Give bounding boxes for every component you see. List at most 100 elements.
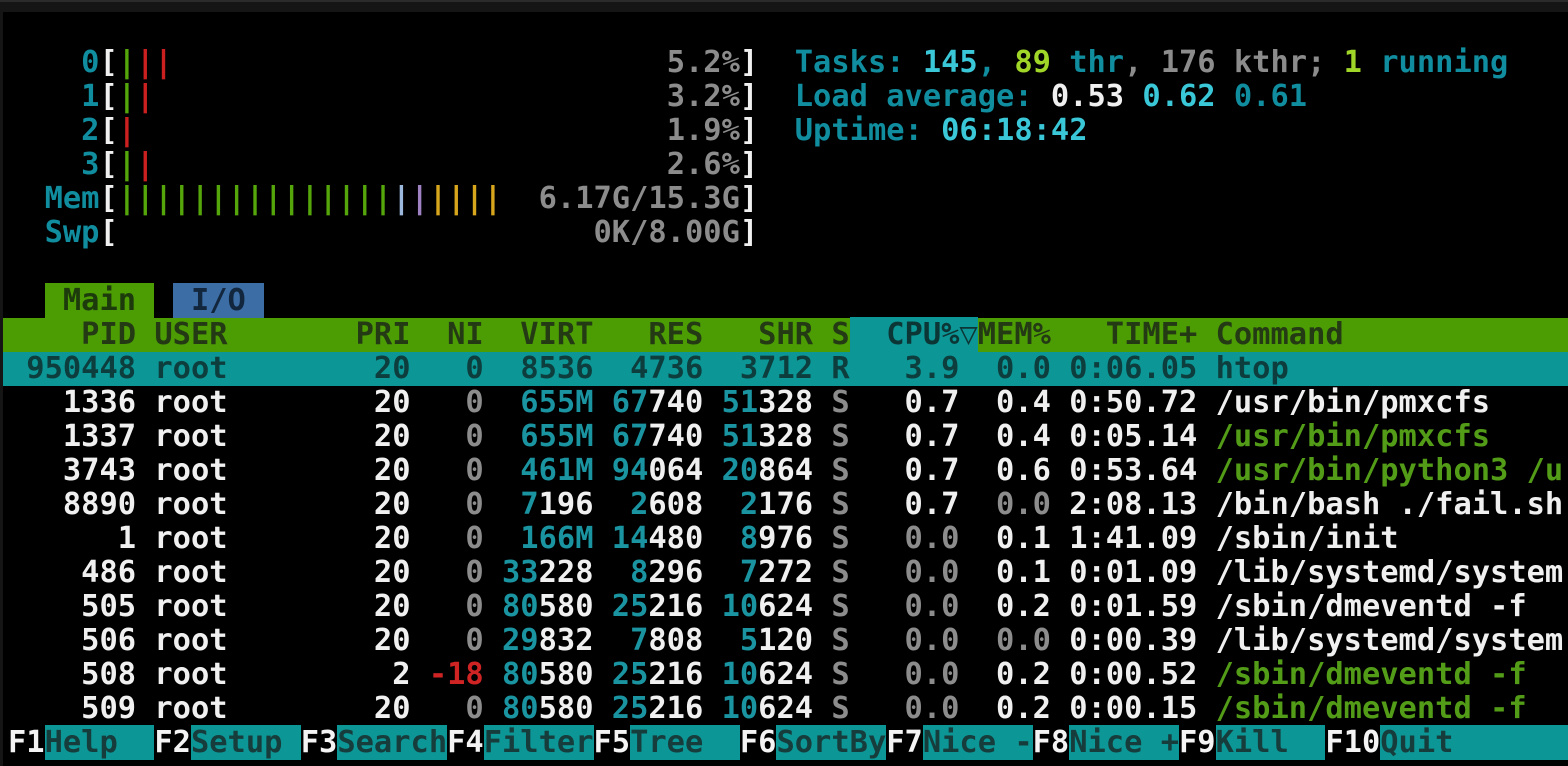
cell-pri: 20 xyxy=(356,623,411,658)
load-average-text: Load average: 0.53 0.62 0.61 xyxy=(795,79,1307,114)
cell-pri: 20 xyxy=(356,385,411,420)
cell-user: root xyxy=(154,623,355,658)
process-row[interactable]: 950448 root 20 0 8536 4736 3712 R 3.9 0.… xyxy=(3,352,1568,386)
cell-time: 0:05.14 xyxy=(1051,419,1197,454)
meter-close-bracket: ] xyxy=(740,45,758,80)
col-pid[interactable]: PID xyxy=(8,317,136,352)
fkey-f10[interactable]: F10 xyxy=(1325,725,1380,760)
cell-user: root xyxy=(154,657,355,692)
cell-pri: 20 xyxy=(356,691,411,726)
process-row[interactable]: 508 root 2 -18 80580 25216 10624 S 0.0 0… xyxy=(8,658,1568,692)
cell-user: root xyxy=(154,351,355,386)
mem-meter-label: Mem xyxy=(8,181,99,216)
cell-mem: 0.2 xyxy=(959,657,1050,692)
cell-pri: 20 xyxy=(356,487,411,522)
tab-main[interactable]: Main xyxy=(45,283,155,318)
cpu1-meter-bar-red: | xyxy=(136,79,154,114)
cell-pid: 1336 xyxy=(8,385,136,420)
cpu0-meter-label: 0 xyxy=(8,45,99,80)
col-res[interactable]: RES xyxy=(612,317,703,352)
terminal-window: 0[||| 5.2%] Tasks: 145, 89 thr, 176 kthr… xyxy=(0,0,1568,766)
tab-io[interactable]: I/O xyxy=(173,283,264,318)
fkey-f1[interactable]: F1 xyxy=(8,725,45,760)
cell-time: 0:50.72 xyxy=(1051,385,1197,420)
cell-shr: 20 xyxy=(722,453,759,488)
cell-virt: 80 xyxy=(502,691,539,726)
meter-open-bracket: [ xyxy=(99,79,117,114)
process-row[interactable]: 1336 root 20 0 655M 67740 51328 S 0.7 0.… xyxy=(8,386,1568,420)
cell-mem: 0.4 xyxy=(959,385,1050,420)
cell-mem: 0.4 xyxy=(959,419,1050,454)
col-time[interactable]: TIME+ xyxy=(1051,317,1197,352)
fkey-f8-label[interactable]: Nice + xyxy=(1069,725,1179,760)
cell-cpu: 0.0 xyxy=(850,691,960,726)
cpu0-meter-value: 5.2% xyxy=(667,45,740,80)
cell-cpu: 3.9 xyxy=(850,351,960,386)
cell-shr: 3 xyxy=(740,351,758,386)
fkey-f3[interactable]: F3 xyxy=(301,725,338,760)
col-cpu-sorted[interactable]: CPU%▽ xyxy=(850,317,978,352)
mem-meter-bar-purple: | xyxy=(411,181,429,216)
tasks-text: Tasks: 145, 89 thr, 176 kthr; 1 running xyxy=(795,45,1509,80)
meter-open-bracket: [ xyxy=(99,45,117,80)
col-shr[interactable]: SHR xyxy=(722,317,813,352)
process-row[interactable]: 8890 root 20 0 7196 2608 2176 S 0.7 0.0 … xyxy=(8,488,1568,522)
col-pri[interactable]: PRI xyxy=(356,317,411,352)
process-row[interactable]: 509 root 20 0 80580 25216 10624 S 0.0 0.… xyxy=(8,692,1568,726)
cell-virt: 33 xyxy=(502,555,539,590)
cell-cpu: 0.0 xyxy=(850,521,960,556)
process-row[interactable]: 3743 root 20 0 461M 94064 20864 S 0.7 0.… xyxy=(8,454,1568,488)
col-state[interactable]: S xyxy=(831,317,849,352)
fkey-f5[interactable]: F5 xyxy=(594,725,631,760)
cell-res: 14 xyxy=(612,521,649,556)
fkey-f2[interactable]: F2 xyxy=(154,725,191,760)
fkey-f3-label[interactable]: Search xyxy=(337,725,447,760)
cell-cpu: 0.7 xyxy=(850,385,960,420)
fkey-f4[interactable]: F4 xyxy=(447,725,484,760)
fkey-f9-label[interactable]: Kill xyxy=(1216,725,1326,760)
col-user[interactable]: USER xyxy=(154,317,355,352)
cell-pid: 1 xyxy=(8,521,136,556)
fkey-f6-label[interactable]: SortBy xyxy=(776,725,886,760)
process-row[interactable]: 1337 root 20 0 655M 67740 51328 S 0.7 0.… xyxy=(8,420,1568,454)
fkey-f8[interactable]: F8 xyxy=(1033,725,1070,760)
cell-command: /sbin/dmeventd -f xyxy=(1197,657,1526,692)
uptime-text: Uptime: 06:18:42 xyxy=(795,113,1088,148)
cell-virt: 655M xyxy=(502,419,593,454)
cell-pid: 3743 xyxy=(8,453,136,488)
fkey-f7[interactable]: F7 xyxy=(886,725,923,760)
cell-pid: 506 xyxy=(8,623,136,658)
fkey-f6[interactable]: F6 xyxy=(740,725,777,760)
col-ni[interactable]: NI xyxy=(429,317,484,352)
fkey-f4-label[interactable]: Filter xyxy=(484,725,594,760)
fkey-f2-label[interactable]: Setup xyxy=(191,725,301,760)
process-row[interactable]: 506 root 20 0 29832 7808 5120 S 0.0 0.0 … xyxy=(8,624,1568,658)
cell-shr: 2 xyxy=(740,487,758,522)
cpu3-meter-value: 2.6% xyxy=(667,147,740,182)
col-mem[interactable]: MEM% xyxy=(978,317,1051,352)
col-virt[interactable]: VIRT xyxy=(502,317,593,352)
cell-cpu: 0.0 xyxy=(850,589,960,624)
cell-user: root xyxy=(154,555,355,590)
cell-res: 25 xyxy=(612,691,649,726)
cell-user: root xyxy=(154,453,355,488)
process-row[interactable]: 486 root 20 0 33228 8296 7272 S 0.0 0.1 … xyxy=(8,556,1568,590)
cell-command: /bin/bash ./fail.sh xyxy=(1197,487,1563,522)
fkey-f7-label[interactable]: Nice - xyxy=(923,725,1033,760)
cell-shr: 5 xyxy=(740,623,758,658)
cell-command: /sbin/init xyxy=(1197,521,1398,556)
meter-close-bracket: ] xyxy=(740,147,758,182)
cell-ni: 0 xyxy=(429,453,484,488)
fkey-f9[interactable]: F9 xyxy=(1179,725,1216,760)
cell-res: 94 xyxy=(612,453,649,488)
meter-close-bracket: ] xyxy=(740,79,758,114)
col-command[interactable]: Command xyxy=(1197,317,1343,352)
process-row[interactable]: 505 root 20 0 80580 25216 10624 S 0.0 0.… xyxy=(8,590,1568,624)
fkey-f1-label[interactable]: Help xyxy=(45,725,155,760)
cell-res: 25 xyxy=(612,589,649,624)
fkey-f10-label[interactable]: Quit xyxy=(1380,725,1568,760)
fkey-f5-label[interactable]: Tree xyxy=(630,725,740,760)
cell-mem: 0.2 xyxy=(959,691,1050,726)
process-row[interactable]: 1 root 20 0 166M 14480 8976 S 0.0 0.1 1:… xyxy=(8,522,1568,556)
cell-mem: 0.1 xyxy=(959,555,1050,590)
